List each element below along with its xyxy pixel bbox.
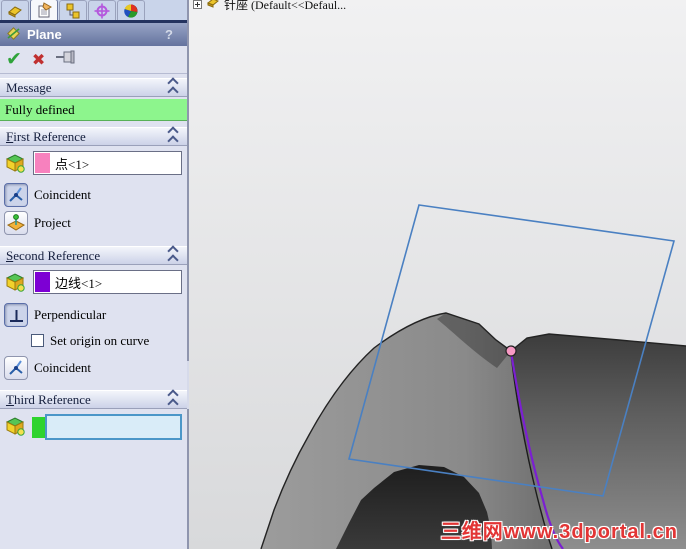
help-button[interactable]: ? (165, 27, 181, 42)
watermark-text: 三维网www.3dportal.cn (440, 521, 678, 543)
selected-point[interactable] (505, 345, 517, 357)
third-reference-color-swatch (32, 417, 46, 438)
project-option-row: Project (0, 211, 187, 236)
coincident-button[interactable] (4, 356, 28, 380)
second-reference-selection-box[interactable]: 边线<1> (33, 270, 182, 294)
project-button[interactable] (4, 211, 28, 235)
model-scene (260, 204, 686, 549)
manager-tab-bar (0, 0, 187, 23)
perpendicular-label: Perpendicular (34, 307, 107, 322)
reference-entity-cube-icon (4, 152, 26, 179)
tab-feature-manager[interactable] (1, 0, 29, 20)
display-color-wheel-icon (123, 3, 139, 19)
second-reference-value: 边线<1> (55, 275, 103, 291)
third-reference-row (0, 414, 187, 442)
section-header-second-reference[interactable]: Second Reference (0, 245, 187, 266)
part-document-icon (206, 0, 220, 13)
feature-tree-flyout-item[interactable]: 针座 (Default<<Defaul... (193, 0, 346, 13)
status-fully-defined: Fully defined (0, 99, 187, 121)
section-header-first-reference[interactable]: First Reference (0, 126, 187, 147)
pin-icon[interactable] (55, 48, 77, 71)
property-manager-panel: Plane ? ✔ ✖ Message Fully defined First … (0, 0, 189, 549)
collapse-chevron-icon[interactable] (167, 77, 179, 98)
section-title-third-reference: Third Reference (6, 391, 91, 407)
coincident-icon (9, 360, 23, 375)
section-title-first-reference: First Reference (6, 128, 86, 144)
section-title-second-reference: Second Reference (6, 247, 101, 263)
feature-tree-icon (7, 3, 23, 19)
tab-property-manager[interactable] (30, 0, 58, 20)
first-reference-value: 点<1> (55, 156, 90, 172)
ok-button[interactable]: ✔ (6, 50, 22, 69)
reference-entity-cube-icon (4, 271, 26, 298)
section-header-message[interactable]: Message (0, 77, 187, 98)
project-icon (6, 214, 26, 231)
panel-title: Plane (27, 27, 62, 42)
section-header-third-reference[interactable]: Third Reference (0, 389, 187, 410)
tab-dimxpert-manager[interactable] (88, 0, 116, 20)
set-origin-on-curve-checkbox[interactable] (31, 334, 44, 347)
tree-item-label: 针座 (Default<<Defaul... (224, 0, 347, 12)
coincident-option-row-2: Coincident (0, 356, 187, 381)
cancel-button[interactable]: ✖ (32, 51, 45, 68)
graphics-viewport[interactable]: 针座 (Default<<Defaul... 三维网www.3dportal.c… (189, 0, 686, 549)
coincident-icon (9, 187, 23, 202)
solidworks-window: Plane ? ✔ ✖ Message Fully defined First … (0, 0, 686, 549)
panel-title-bar: Plane ? (0, 23, 187, 46)
set-origin-on-curve-label: Set origin on curve (50, 333, 150, 348)
collapse-chevron-icon[interactable] (167, 389, 179, 410)
second-reference-row: 边线<1> (0, 270, 187, 296)
coincident-button[interactable] (4, 183, 28, 207)
collapse-chevron-icon[interactable] (167, 245, 179, 266)
first-reference-selection-box[interactable]: 点<1> (33, 151, 182, 175)
configurations-icon (65, 3, 81, 19)
first-reference-row: 点<1> (0, 151, 187, 177)
coincident-label: Coincident (34, 187, 92, 202)
section-title-message: Message (6, 79, 52, 95)
second-reference-color-swatch (35, 272, 50, 292)
property-manager-icon (36, 2, 52, 18)
coincident-label: Coincident (34, 360, 92, 375)
perpendicular-button[interactable] (4, 303, 28, 327)
tree-expand-plus-icon[interactable] (193, 0, 202, 9)
first-reference-color-swatch (35, 153, 50, 173)
plane-feature-icon (6, 26, 21, 44)
panel-toolbar: ✔ ✖ (0, 46, 187, 74)
reference-entity-cube-icon (4, 415, 26, 442)
tab-configuration-manager[interactable] (59, 0, 87, 20)
perpendicular-option-row: Perpendicular (0, 303, 187, 328)
perpendicular-icon (10, 310, 23, 322)
collapse-chevron-icon[interactable] (167, 126, 179, 147)
coincident-option-row: Coincident (0, 183, 187, 208)
origin-on-curve-row: Set origin on curve (0, 332, 187, 352)
dimxpert-target-icon (94, 3, 110, 19)
project-label: Project (34, 215, 71, 230)
tab-display-manager[interactable] (117, 0, 145, 20)
third-reference-selection-box[interactable] (45, 414, 182, 440)
